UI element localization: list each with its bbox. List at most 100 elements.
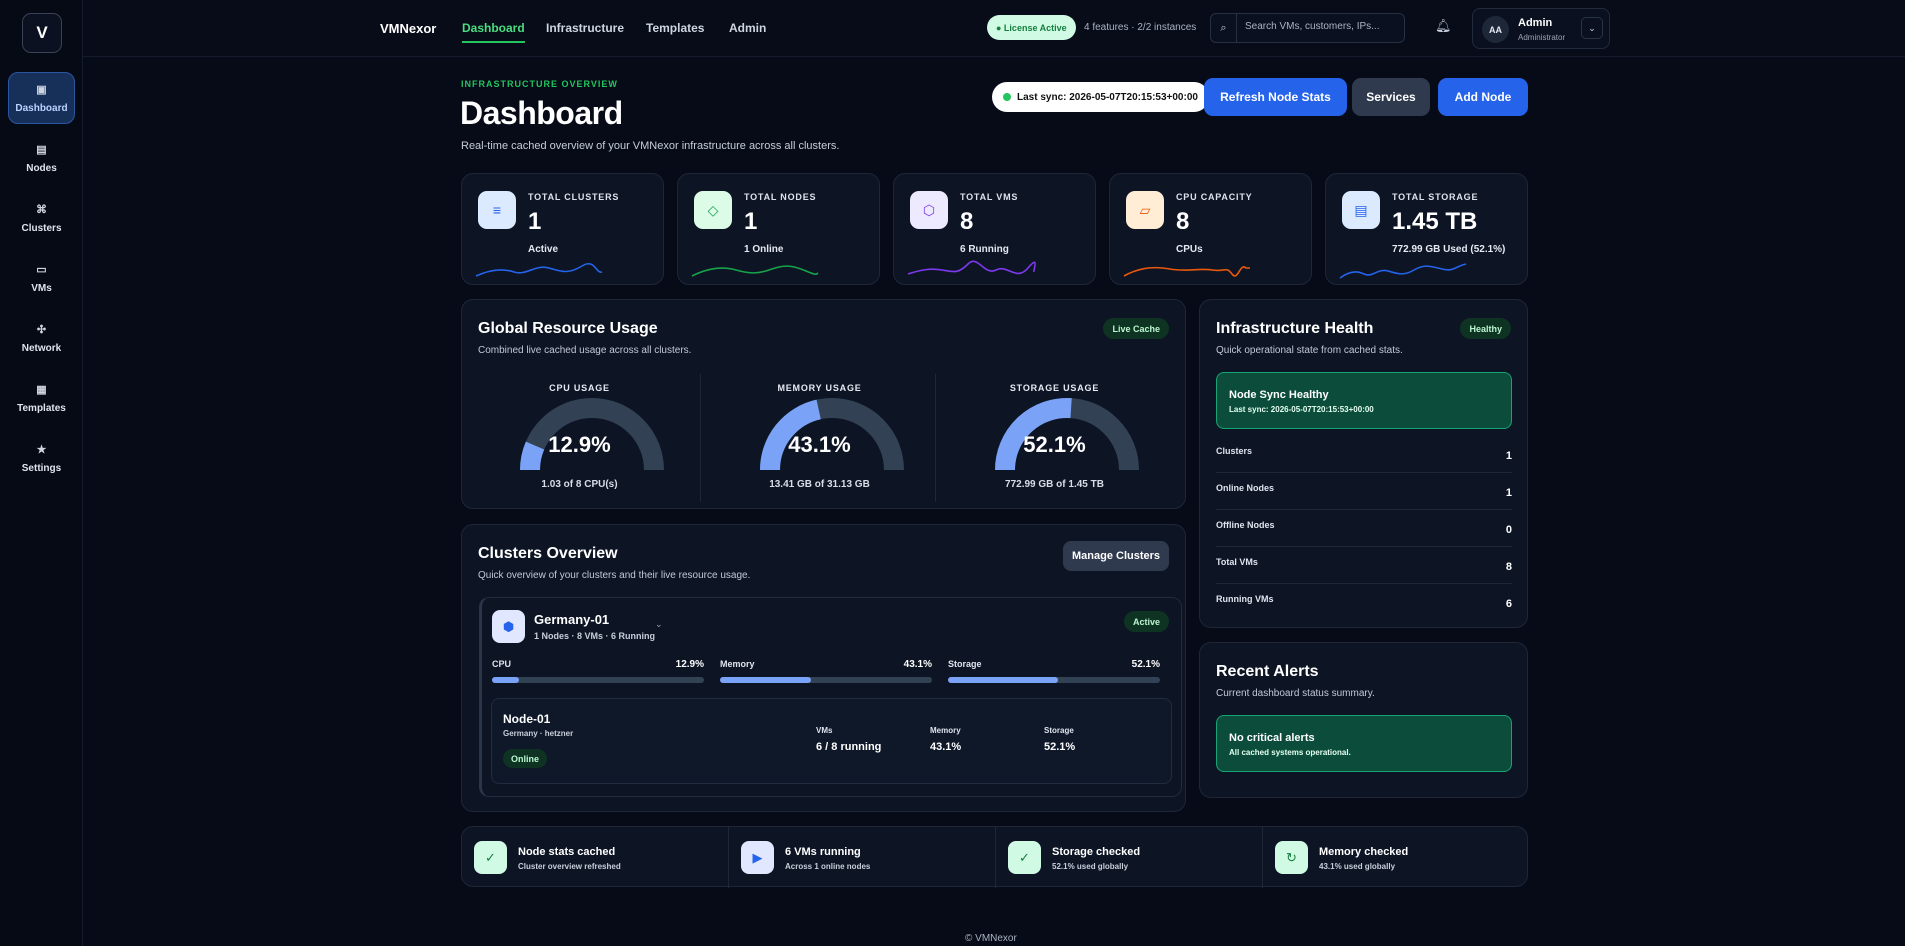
nodes-icon: ▤ — [36, 143, 47, 156]
topbar: VMNexor Dashboard Infrastructure Templat… — [83, 0, 1905, 57]
gauge-label: MEMORY USAGE — [777, 383, 862, 393]
features-summary: 4 features · 2/2 instances — [1084, 22, 1197, 33]
node-location: Germany · hetzner — [503, 729, 574, 738]
health-value: 0 — [1505, 524, 1512, 536]
app-logo[interactable]: V — [22, 13, 62, 53]
health-row-clusters: Clusters 1 — [1216, 436, 1512, 473]
services-button[interactable]: Services — [1352, 78, 1430, 116]
panel-subtitle: Current dashboard status summary. — [1216, 688, 1375, 699]
divider — [700, 374, 701, 502]
tab-templates[interactable]: Templates — [646, 21, 704, 35]
manage-clusters-button[interactable]: Manage Clusters — [1063, 541, 1169, 571]
sidebar-item-vms[interactable]: ▭ VMs — [8, 252, 75, 304]
status-sub: 52.1% used globally — [1052, 862, 1129, 871]
user-menu[interactable]: AA Admin Administrator ⌄ — [1472, 8, 1610, 49]
stat-card-nodes: ◇ TOTAL NODES 1 1 Online — [677, 173, 880, 285]
nodes-stat-icon: ◇ — [694, 191, 732, 229]
gauge-label: STORAGE USAGE — [1009, 383, 1100, 393]
cpu-stat-icon: ▱ — [1126, 191, 1164, 229]
status-sub: 43.1% used globally — [1319, 862, 1396, 871]
global-resource-panel: Global Resource Usage Combined live cach… — [461, 299, 1186, 509]
panel-title: Recent Alerts — [1216, 663, 1319, 680]
stat-label: CPU CAPACITY — [1176, 192, 1253, 202]
sidebar-item-label: Network — [21, 342, 62, 354]
stat-label: TOTAL VMS — [960, 192, 1019, 202]
cluster-card[interactable]: ⬢ Germany-01 1 Nodes · 8 VMs · 6 Running… — [479, 597, 1182, 797]
gauge-value: 12.9% — [548, 432, 611, 457]
refresh-node-stats-button[interactable]: Refresh Node Stats — [1204, 78, 1347, 116]
gauge-label: CPU USAGE — [549, 383, 610, 393]
stat-label: TOTAL STORAGE — [1392, 192, 1479, 202]
settings-icon: ★ — [36, 443, 47, 456]
sparkline — [907, 260, 1036, 275]
clusters-icon: ⌘ — [36, 203, 47, 216]
panel-title: Clusters Overview — [478, 545, 618, 562]
divider — [935, 374, 936, 502]
health-key: Offline Nodes — [1216, 520, 1275, 530]
status-title: Memory checked — [1319, 846, 1409, 858]
health-row-online-nodes: Online Nodes 1 — [1216, 473, 1512, 510]
bar-value: 52.1% — [1131, 659, 1160, 670]
status-strip: ✓ Node stats cached Cluster overview ref… — [461, 826, 1531, 888]
search-input[interactable] — [1245, 21, 1395, 32]
stat-label: Memory — [930, 726, 961, 735]
refresh-icon: ↻ — [1275, 841, 1308, 874]
chevron-down-icon[interactable]: ⌄ — [655, 619, 663, 630]
dashboard-icon: ▣ — [36, 83, 47, 96]
node-card[interactable]: Node-01 Germany · hetzner Online VMs 6 /… — [491, 698, 1172, 784]
add-node-button[interactable]: Add Node — [1438, 78, 1528, 116]
storage-gauge: STORAGE USAGE 52.1% 772.99 GB of 1.45 TB — [937, 374, 1172, 502]
node-sync-title: Node Sync Healthy — [1229, 389, 1329, 401]
panel-title: Global Resource Usage — [478, 320, 658, 337]
gauge-sub: 1.03 of 8 CPU(s) — [541, 479, 618, 490]
tab-admin[interactable]: Admin — [729, 21, 766, 35]
copyright: © VMNexor — [965, 933, 1017, 944]
sidebar-item-nodes[interactable]: ▤ Nodes — [8, 132, 75, 184]
stat-value: 1.45 TB — [1392, 208, 1478, 235]
status-item-vms-running: ▶ 6 VMs running Across 1 online nodes — [729, 827, 997, 888]
license-badge: ● License Active — [987, 15, 1076, 40]
health-value: 1 — [1505, 487, 1512, 499]
user-role: Administrator — [1518, 33, 1566, 42]
status-item-memory: ↻ Memory checked 43.1% used globally — [1263, 827, 1531, 888]
sidebar-item-dashboard[interactable]: ▣ Dashboard — [8, 72, 75, 124]
alert-box: No critical alerts All cached systems op… — [1216, 715, 1512, 772]
panel-subtitle: Quick operational state from cached stat… — [1216, 345, 1403, 356]
search-box[interactable]: ⌕ — [1210, 13, 1405, 43]
sidebar-item-clusters[interactable]: ⌘ Clusters — [8, 192, 75, 244]
brand-name[interactable]: VMNexor — [380, 21, 436, 36]
status-item-node-stats: ✓ Node stats cached Cluster overview ref… — [462, 827, 730, 888]
tab-infrastructure[interactable]: Infrastructure — [546, 21, 624, 35]
health-key: Running VMs — [1216, 594, 1274, 604]
storage-stat-icon: ▤ — [1342, 191, 1380, 229]
sidebar-item-label: Dashboard — [15, 102, 68, 114]
stat-value: 1 — [744, 208, 758, 235]
health-key: Total VMs — [1216, 557, 1258, 567]
stat-value: 8 — [960, 208, 974, 235]
sidebar-item-label: VMs — [31, 282, 52, 294]
bell-icon[interactable]: 🔔︎ — [1435, 18, 1452, 34]
tab-dashboard[interactable]: Dashboard — [462, 21, 525, 43]
bar-label: Storage — [948, 659, 982, 669]
stat-value: 6 / 8 running — [816, 741, 882, 753]
bar-fill — [492, 677, 520, 683]
bar-fill — [720, 677, 812, 683]
sparkline — [1123, 266, 1250, 277]
node-memory-stat: Memory 43.1% — [930, 726, 961, 753]
health-row-running-vms: Running VMs 6 — [1216, 584, 1512, 621]
health-row-offline-nodes: Offline Nodes 0 — [1216, 510, 1512, 547]
gauge-value: 52.1% — [1023, 432, 1086, 457]
sidebar-item-network[interactable]: ✣ Network — [8, 312, 75, 364]
stat-label: Storage — [1044, 726, 1074, 735]
search-icon: ⌕ — [1211, 14, 1237, 42]
stat-value: 43.1% — [930, 741, 962, 753]
last-sync-text: Last sync: 2026-05-07T20:15:53+00:00 — [1017, 91, 1198, 103]
play-icon: ▶ — [741, 841, 774, 874]
sidebar-item-templates[interactable]: ▦ Templates — [8, 372, 75, 424]
status-sub: Across 1 online nodes — [785, 862, 871, 871]
chevron-down-icon[interactable]: ⌄ — [1581, 17, 1603, 39]
network-icon: ✣ — [36, 323, 47, 336]
clusters-overview-panel: Clusters Overview Quick overview of your… — [461, 524, 1186, 812]
health-key: Online Nodes — [1216, 483, 1275, 493]
sidebar-item-settings[interactable]: ★ Settings — [8, 432, 75, 484]
